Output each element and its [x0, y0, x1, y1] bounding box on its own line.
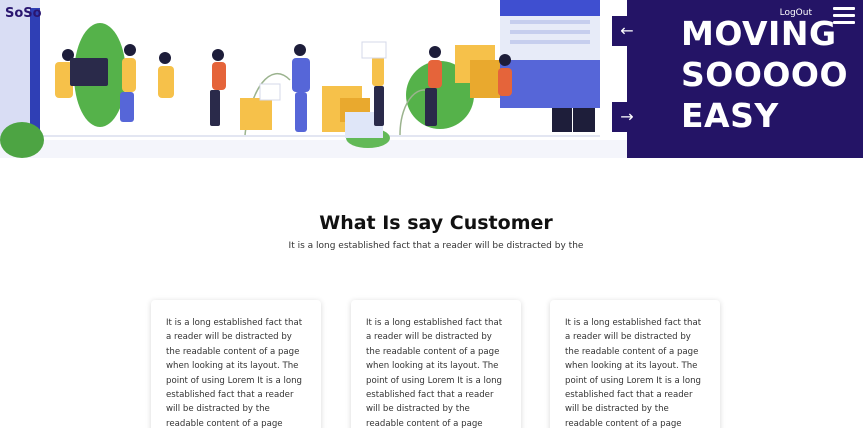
testimonial-text: It is a long established fact that a rea…: [565, 318, 702, 428]
testimonial-text: It is a long established fact that a rea…: [166, 318, 303, 428]
menu-bar: [833, 7, 855, 10]
testimonials-subtitle: It is a long established fact that a rea…: [288, 241, 584, 251]
hero-title-line: EASY: [681, 96, 779, 135]
testimonial-card: It is a long established fact that a rea…: [550, 300, 720, 428]
hero-title-line: MOVING: [681, 14, 837, 53]
hero-title-line: SOOOOO: [681, 55, 849, 94]
hero-title: MOVING SOOOOO EASY: [681, 13, 861, 136]
prev-arrow-icon[interactable]: ←: [612, 16, 642, 46]
testimonial-card: It is a long established fact that a rea…: [351, 300, 521, 428]
page: SoSo LogOut MOVING SOOOOO EASY ← → What …: [0, 0, 863, 428]
next-arrow-icon[interactable]: →: [612, 102, 642, 132]
hero-illustration: [0, 0, 627, 158]
testimonial-card: It is a long established fact that a rea…: [151, 300, 321, 428]
testimonial-text: It is a long established fact that a rea…: [366, 318, 503, 428]
brand-logo[interactable]: SoSo: [5, 6, 42, 21]
hero-banner: SoSo LogOut MOVING SOOOOO EASY ← →: [0, 0, 863, 158]
testimonials-title: What Is say Customer: [319, 212, 553, 234]
movers-illustration: [0, 0, 627, 158]
